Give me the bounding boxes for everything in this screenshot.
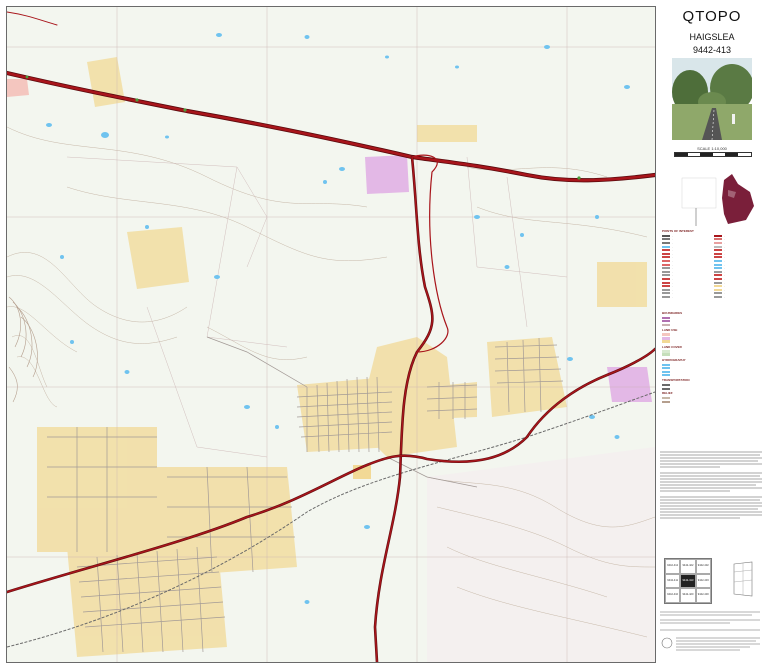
locality-map (681, 174, 754, 226)
legend: POINTS OF INTEREST · · · · · · · · · · ·… (662, 228, 764, 299)
topographic-map[interactable] (6, 6, 656, 663)
legend-boundaries: BOUNDARIES LAND USE LAND COVER HYDROGRAP… (662, 310, 764, 404)
disclaimer-text (660, 451, 762, 519)
sheet-name: HAIGSLEA (689, 32, 735, 42)
legend-heading: POINTS OF INTEREST (662, 229, 694, 233)
legend-heading-landuse: LAND USE (662, 327, 678, 332)
map-canvas (7, 7, 655, 662)
adjoining-sheets-diagram: 9442-412 9442-422 9442-432 9442-411 9442… (664, 558, 712, 604)
legend-heading-hydrography: HYDROGRAPHY (662, 357, 686, 362)
scale-label: SCALE 1:10,000 (697, 146, 727, 151)
scale-bar (674, 152, 752, 157)
legend-heading-transport: TRANSPORTATION (662, 378, 690, 383)
forest-area (427, 447, 655, 662)
brand-title: QTOPO (682, 8, 742, 25)
sheet-number: 9442-413 (692, 45, 732, 55)
map-sheet: QTOPO HAIGSLEA 9442-413 SCALE 1:10,000 P… (0, 0, 768, 671)
cover-photo (672, 58, 752, 140)
legend-heading-boundaries: BOUNDARIES (662, 311, 683, 315)
legend-panel: QTOPO HAIGSLEA 9442-413 SCALE 1:10,000 P… (656, 0, 768, 671)
legend-col-left: · · · · · · · · · · · · · · · · · · (662, 234, 712, 299)
legend-col-right: · · · · · · · · · · · · · · · · · · (714, 234, 764, 299)
fold-diagram (733, 561, 753, 597)
qld-crest-icon (661, 637, 673, 649)
footer-notes (660, 611, 760, 651)
legend-heading-landcover: LAND COVER (662, 344, 682, 349)
legend-heading-relief: RELIEF (662, 391, 673, 396)
